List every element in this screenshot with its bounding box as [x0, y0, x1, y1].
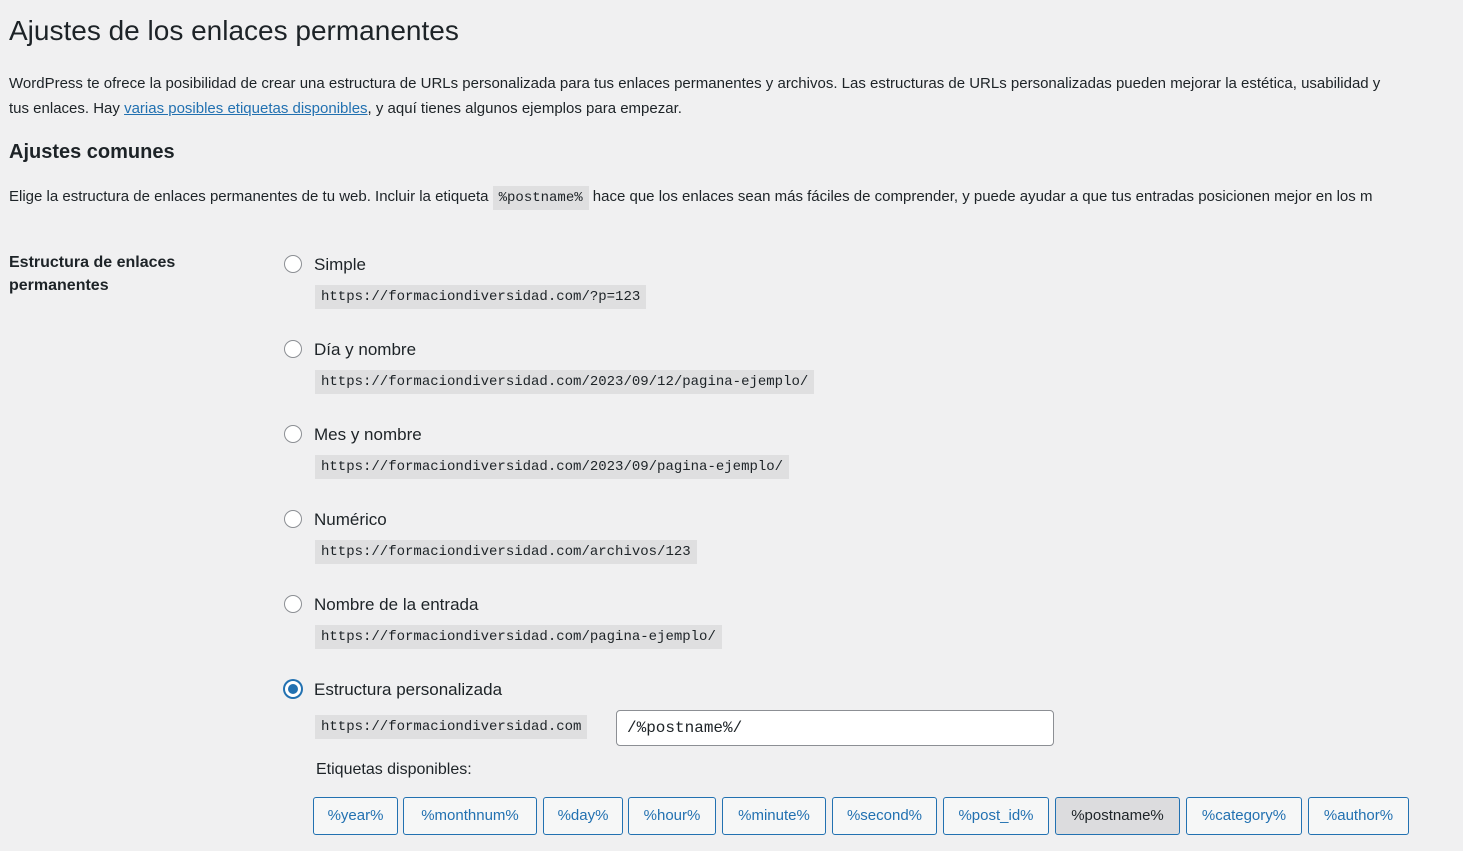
- option-label-post-name[interactable]: Nombre de la entrada: [314, 593, 478, 617]
- intro-line-2-start: tus enlaces. Hay: [9, 100, 125, 117]
- tag-button-author[interactable]: %author%: [1308, 797, 1409, 835]
- example-code-month-name: https://formaciondiversidad.com/2023/09/…: [315, 455, 790, 479]
- intro-line-1: WordPress te ofrece la posibilidad de cr…: [9, 75, 1381, 92]
- example-url-month-name: https://formaciondiversidad.com/2023/09/…: [315, 455, 790, 479]
- custom-structure-input[interactable]: [616, 710, 1054, 746]
- example-code-numeric: https://formaciondiversidad.com/archivos…: [315, 540, 697, 564]
- intro-text: WordPress te ofrece la posibilidad de cr…: [9, 71, 1463, 121]
- tag-button-day[interactable]: %day%: [543, 797, 623, 835]
- section-desc-start: Elige la estructura de enlaces permanent…: [9, 188, 493, 205]
- option-simple: Simple https://formaciondiversidad.com/?…: [284, 253, 1184, 333]
- section-desc-end: hace que los enlaces sean más fáciles de…: [588, 188, 1373, 205]
- example-url-day-name: https://formaciondiversidad.com/2023/09/…: [315, 370, 815, 394]
- example-code-day-name: https://formaciondiversidad.com/2023/09/…: [315, 370, 815, 394]
- option-post-name: Nombre de la entrada https://formaciondi…: [284, 593, 1184, 673]
- option-month-name: Mes y nombre https://formaciondiversidad…: [284, 423, 1184, 503]
- option-label-day-name[interactable]: Día y nombre: [314, 338, 416, 362]
- option-label-custom-structure[interactable]: Estructura personalizada: [314, 678, 502, 702]
- available-tags-link[interactable]: varias posibles etiquetas disponibles: [124, 100, 367, 117]
- radio-simple[interactable]: [284, 255, 302, 273]
- example-code-simple: https://formaciondiversidad.com/?p=123: [315, 285, 647, 309]
- custom-base-url: https://formaciondiversidad.com: [315, 715, 588, 739]
- example-code-post-name: https://formaciondiversidad.com/pagina-e…: [315, 625, 722, 649]
- page-title: Ajustes de los enlaces permanentes: [9, 15, 459, 46]
- option-label-simple[interactable]: Simple: [314, 253, 366, 277]
- tag-button-post-id[interactable]: %post_id%: [943, 797, 1049, 835]
- available-tags-label: Etiquetas disponibles:: [316, 761, 472, 778]
- example-url-numeric: https://formaciondiversidad.com/archivos…: [315, 540, 697, 564]
- radio-post-name[interactable]: [284, 595, 302, 613]
- option-custom-structure: Estructura personalizada: [284, 678, 1184, 708]
- tag-button-postname[interactable]: %postname%: [1055, 797, 1180, 835]
- radio-custom-structure[interactable]: [284, 680, 302, 698]
- tag-button-second[interactable]: %second%: [832, 797, 937, 835]
- postname-code: %postname%: [492, 186, 589, 210]
- tag-button-minute[interactable]: %minute%: [722, 797, 826, 835]
- intro-line-2-end: , y aquí tienes algunos ejemplos para em…: [367, 100, 682, 117]
- tag-button-monthnum[interactable]: %monthnum%: [403, 797, 537, 835]
- option-day-name: Día y nombre https://formaciondiversidad…: [284, 338, 1184, 418]
- radio-month-name[interactable]: [284, 425, 302, 443]
- example-url-post-name: https://formaciondiversidad.com/pagina-e…: [315, 625, 722, 649]
- tag-button-year[interactable]: %year%: [313, 797, 398, 835]
- permalink-structure-label: Estructura de enlaces permanentes: [9, 254, 176, 294]
- tag-button-hour[interactable]: %hour%: [628, 797, 716, 835]
- option-label-numeric[interactable]: Numérico: [314, 508, 387, 532]
- custom-base-code: https://formaciondiversidad.com: [315, 715, 588, 739]
- option-label-month-name[interactable]: Mes y nombre: [314, 423, 422, 447]
- section-title-common: Ajustes comunes: [9, 141, 175, 163]
- intro-line-2: tus enlaces. Hay varias posibles etiquet…: [9, 96, 1463, 121]
- permalink-settings-page: Ajustes de los enlaces permanentes WordP…: [0, 0, 1463, 851]
- radio-numeric[interactable]: [284, 510, 302, 528]
- tag-button-category[interactable]: %category%: [1186, 797, 1302, 835]
- radio-day-name[interactable]: [284, 340, 302, 358]
- option-numeric: Numérico https://formaciondiversidad.com…: [284, 508, 1184, 588]
- section-description: Elige la estructura de enlaces permanent…: [9, 183, 1372, 212]
- example-url-simple: https://formaciondiversidad.com/?p=123: [315, 285, 647, 309]
